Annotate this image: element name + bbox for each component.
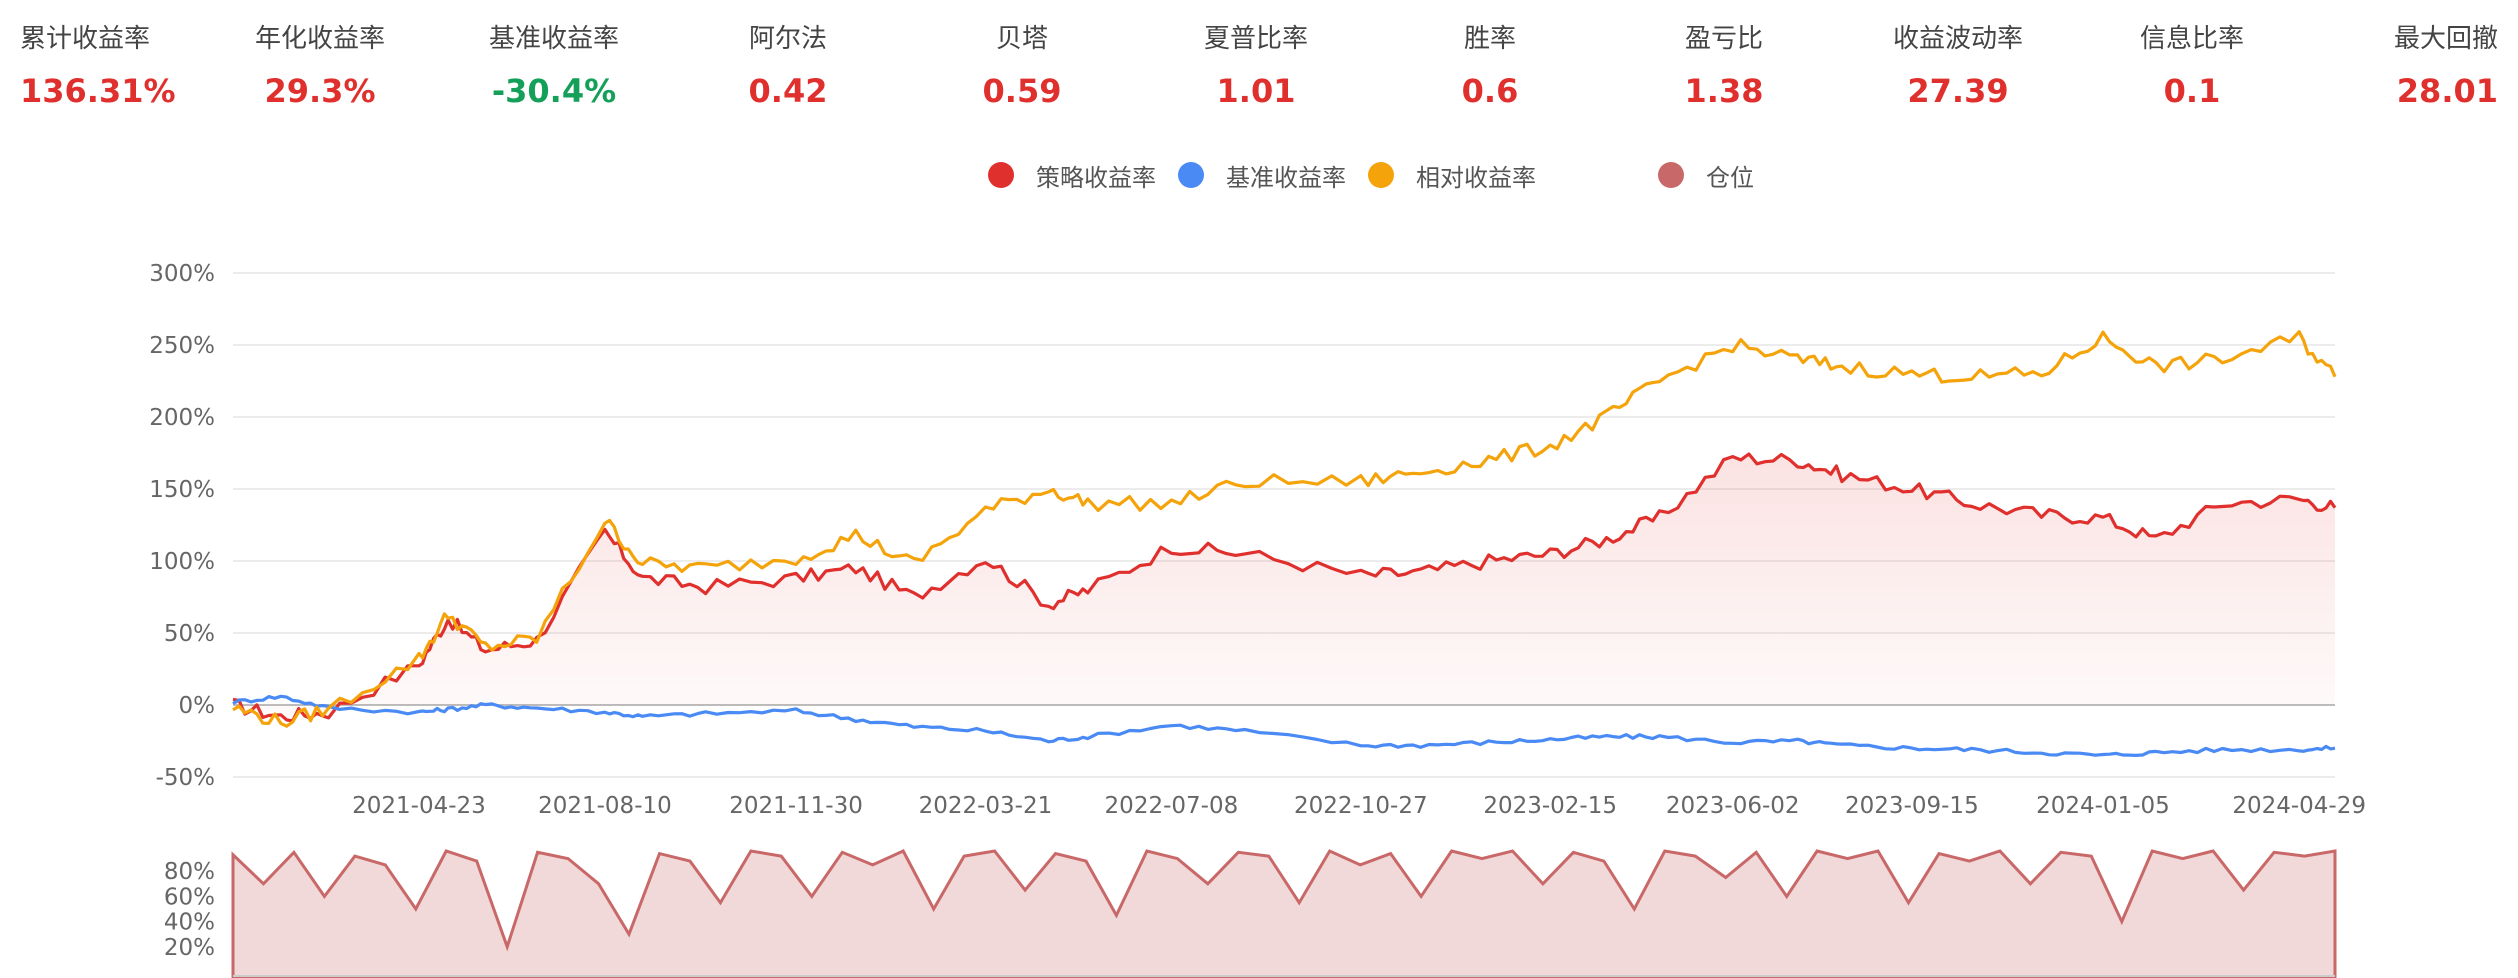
- y-tick-label: 50%: [164, 621, 215, 647]
- y-tick-label: 0%: [179, 693, 216, 719]
- position-area: [231, 849, 2337, 978]
- position-y-tick-label: 20%: [164, 935, 215, 961]
- x-tick-label: 2023-02-15: [1483, 793, 1617, 819]
- x-tick-label: 2022-03-21: [919, 793, 1053, 819]
- x-tick-label: 2022-10-27: [1294, 793, 1428, 819]
- x-tick-label: 2022-07-08: [1105, 793, 1239, 819]
- position-chart: 80%60%40%20%: [164, 849, 2337, 978]
- y-tick-label: 250%: [149, 333, 215, 359]
- y-tick-label: -50%: [156, 765, 215, 791]
- x-tick-label: 2023-06-02: [1666, 793, 1800, 819]
- x-tick-label: 2024-04-29: [2232, 793, 2366, 819]
- position-y-tick-label: 40%: [164, 910, 215, 936]
- y-axis: 300% 250% 200% 150% 100% 50% 0% -50%: [149, 261, 215, 791]
- x-tick-label: 2021-08-10: [538, 793, 672, 819]
- x-axis: 2021-04-23 2021-08-10 2021-11-30 2022-03-21…: [352, 793, 2366, 819]
- y-tick-label: 150%: [149, 477, 215, 503]
- x-tick-label: 2021-11-30: [729, 793, 863, 819]
- returns-chart: 300% 250% 200% 150% 100% 50% 0% -50% 2021-04-23…: [149, 261, 2366, 978]
- y-tick-label: 200%: [149, 405, 215, 431]
- x-tick-label: 2023-09-15: [1845, 793, 1979, 819]
- y-tick-label: 100%: [149, 549, 215, 575]
- position-y-tick-label: 60%: [164, 884, 215, 910]
- position-y-tick-label: 80%: [164, 859, 215, 885]
- x-tick-label: 2024-01-05: [2036, 793, 2170, 819]
- x-tick-label: 2021-04-23: [352, 793, 486, 819]
- y-tick-label: 300%: [149, 261, 215, 287]
- series-layer: [232, 330, 2337, 757]
- strategy-area-fill: [233, 454, 2335, 721]
